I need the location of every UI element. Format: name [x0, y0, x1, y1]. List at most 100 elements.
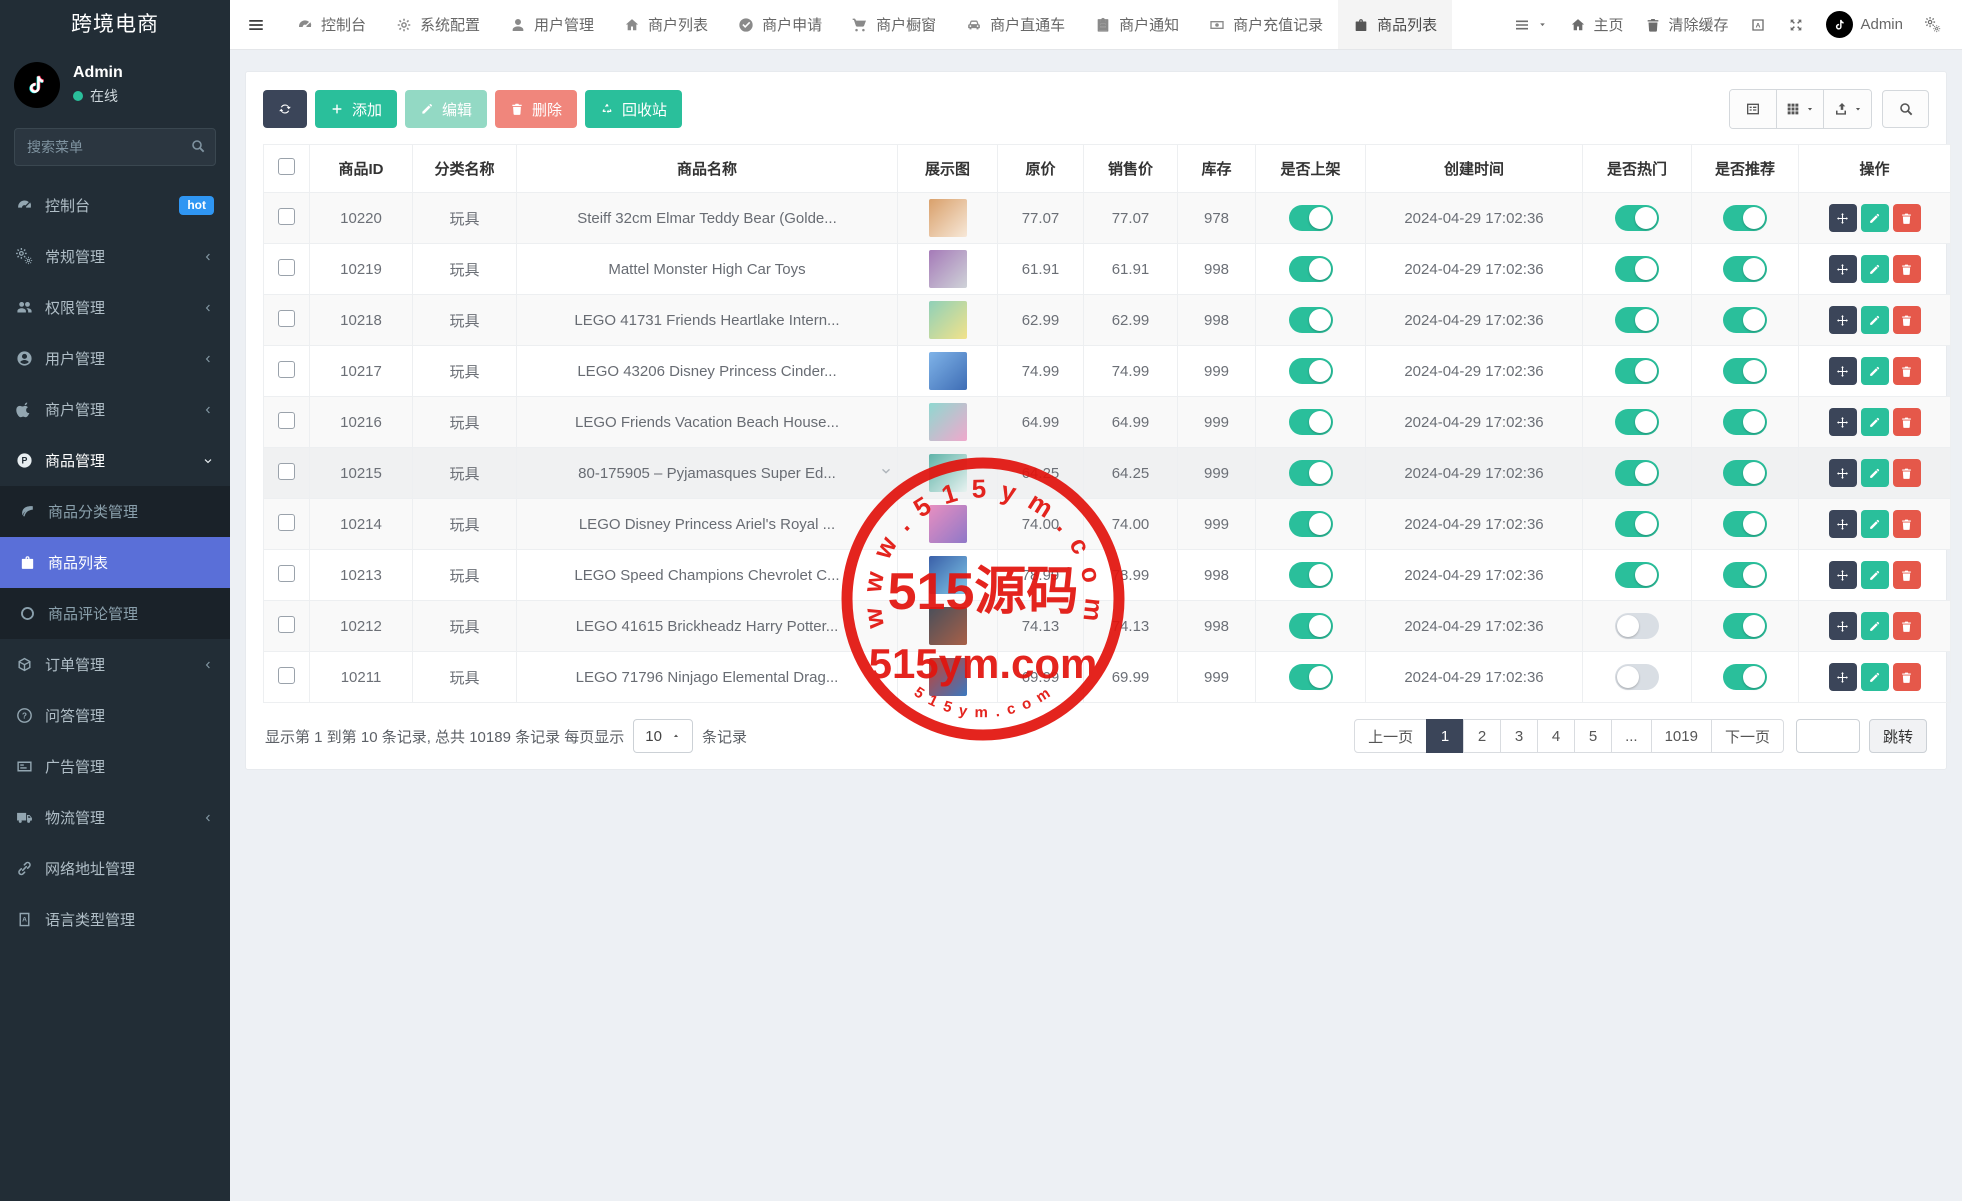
on-sale-toggle[interactable] [1289, 205, 1333, 231]
row-checkbox[interactable] [278, 361, 295, 378]
recommend-toggle[interactable] [1723, 511, 1767, 537]
avatar[interactable] [14, 62, 60, 108]
sidebar-item-dashboard[interactable]: 控制台hot [0, 180, 230, 231]
column-header[interactable]: 是否上架 [1256, 145, 1366, 193]
product-thumbnail[interactable] [929, 454, 967, 492]
page-jump-input[interactable] [1796, 719, 1860, 753]
column-header[interactable]: 创建时间 [1366, 145, 1583, 193]
on-sale-toggle[interactable] [1289, 307, 1333, 333]
row-edit-button[interactable] [1861, 663, 1889, 691]
row-edit-button[interactable] [1861, 204, 1889, 232]
page-button-...[interactable]: ... [1611, 719, 1652, 753]
nav-menu-dropdown[interactable] [1503, 0, 1559, 49]
nav-tab-merchant-recharge[interactable]: 商户充值记录 [1194, 0, 1338, 49]
product-thumbnail[interactable] [929, 352, 967, 390]
edit-button[interactable]: 编辑 [405, 90, 487, 128]
column-header[interactable]: 商品名称 [517, 145, 898, 193]
row-edit-button[interactable] [1861, 561, 1889, 589]
row-edit-button[interactable] [1861, 255, 1889, 283]
page-button-4[interactable]: 4 [1537, 719, 1575, 753]
on-sale-toggle[interactable] [1289, 664, 1333, 690]
row-move-button[interactable] [1829, 612, 1857, 640]
on-sale-toggle[interactable] [1289, 358, 1333, 384]
recommend-toggle[interactable] [1723, 460, 1767, 486]
row-edit-button[interactable] [1861, 612, 1889, 640]
export-button[interactable] [1824, 90, 1871, 128]
column-header[interactable]: 是否推荐 [1692, 145, 1799, 193]
product-thumbnail[interactable] [929, 556, 967, 594]
recommend-toggle[interactable] [1723, 409, 1767, 435]
table-search-button[interactable] [1882, 90, 1929, 128]
row-edit-button[interactable] [1861, 459, 1889, 487]
recommend-toggle[interactable] [1723, 205, 1767, 231]
column-header[interactable]: 是否热门 [1583, 145, 1692, 193]
hot-toggle[interactable] [1615, 562, 1659, 588]
nav-clear-cache[interactable]: 清除缓存 [1634, 0, 1739, 49]
nav-translate-button[interactable]: A [1739, 0, 1777, 49]
row-checkbox[interactable] [278, 616, 295, 633]
hot-toggle[interactable] [1615, 613, 1659, 639]
row-move-button[interactable] [1829, 306, 1857, 334]
page-next-button[interactable]: 下一页 [1711, 719, 1784, 753]
recommend-toggle[interactable] [1723, 562, 1767, 588]
column-header[interactable]: 库存 [1178, 145, 1256, 193]
hot-toggle[interactable] [1615, 460, 1659, 486]
column-header[interactable]: 商品ID [310, 145, 413, 193]
page-prev-button[interactable]: 上一页 [1354, 719, 1427, 753]
on-sale-toggle[interactable] [1289, 613, 1333, 639]
row-edit-button[interactable] [1861, 510, 1889, 538]
hot-toggle[interactable] [1615, 511, 1659, 537]
nav-tab-user-management[interactable]: 用户管理 [495, 0, 609, 49]
row-move-button[interactable] [1829, 459, 1857, 487]
nav-fullscreen-button[interactable] [1777, 0, 1815, 49]
nav-tab-dashboard[interactable]: 控制台 [282, 0, 381, 49]
expand-row-icon[interactable] [879, 464, 893, 482]
row-checkbox[interactable] [278, 565, 295, 582]
nav-user-menu[interactable]: Admin [1815, 0, 1914, 49]
product-thumbnail[interactable] [929, 658, 967, 696]
nav-tab-merchant-apply[interactable]: 商户申请 [723, 0, 837, 49]
hot-toggle[interactable] [1615, 256, 1659, 282]
row-move-button[interactable] [1829, 204, 1857, 232]
detail-view-button[interactable] [1730, 90, 1777, 128]
on-sale-toggle[interactable] [1289, 409, 1333, 435]
recycle-bin-button[interactable]: 回收站 [585, 90, 682, 128]
row-delete-button[interactable] [1893, 612, 1921, 640]
sidebar-item-products[interactable]: P商品管理 [0, 435, 230, 486]
delete-button[interactable]: 删除 [495, 90, 577, 128]
row-delete-button[interactable] [1893, 255, 1921, 283]
row-checkbox[interactable] [278, 514, 295, 531]
sidebar-item-qa[interactable]: ?问答管理 [0, 690, 230, 741]
page-jump-button[interactable]: 跳转 [1869, 719, 1927, 753]
row-move-button[interactable] [1829, 510, 1857, 538]
product-thumbnail[interactable] [929, 505, 967, 543]
row-checkbox[interactable] [278, 412, 295, 429]
sidebar-toggle-button[interactable] [230, 0, 282, 49]
on-sale-toggle[interactable] [1289, 562, 1333, 588]
page-button-5[interactable]: 5 [1574, 719, 1612, 753]
nav-settings-button[interactable] [1914, 0, 1952, 49]
columns-button[interactable] [1777, 90, 1824, 128]
hot-toggle[interactable] [1615, 409, 1659, 435]
page-size-dropdown[interactable]: 10 [633, 719, 693, 753]
sidebar-item-logistics[interactable]: 物流管理 [0, 792, 230, 843]
column-header[interactable]: 操作 [1799, 145, 1951, 193]
nav-home-link[interactable]: 主页 [1559, 0, 1634, 49]
row-delete-button[interactable] [1893, 510, 1921, 538]
hot-toggle[interactable] [1615, 205, 1659, 231]
row-delete-button[interactable] [1893, 408, 1921, 436]
nav-tab-product-list[interactable]: 商品列表 [1338, 0, 1452, 49]
product-thumbnail[interactable] [929, 301, 967, 339]
row-checkbox[interactable] [278, 259, 295, 276]
on-sale-toggle[interactable] [1289, 511, 1333, 537]
row-edit-button[interactable] [1861, 408, 1889, 436]
column-header[interactable]: 分类名称 [413, 145, 517, 193]
on-sale-toggle[interactable] [1289, 256, 1333, 282]
row-checkbox[interactable] [278, 310, 295, 327]
row-edit-button[interactable] [1861, 357, 1889, 385]
hot-toggle[interactable] [1615, 358, 1659, 384]
recommend-toggle[interactable] [1723, 307, 1767, 333]
sidebar-item-permissions[interactable]: 权限管理 [0, 282, 230, 333]
page-button-2[interactable]: 2 [1463, 719, 1501, 753]
nav-tab-merchant-list[interactable]: 商户列表 [609, 0, 723, 49]
